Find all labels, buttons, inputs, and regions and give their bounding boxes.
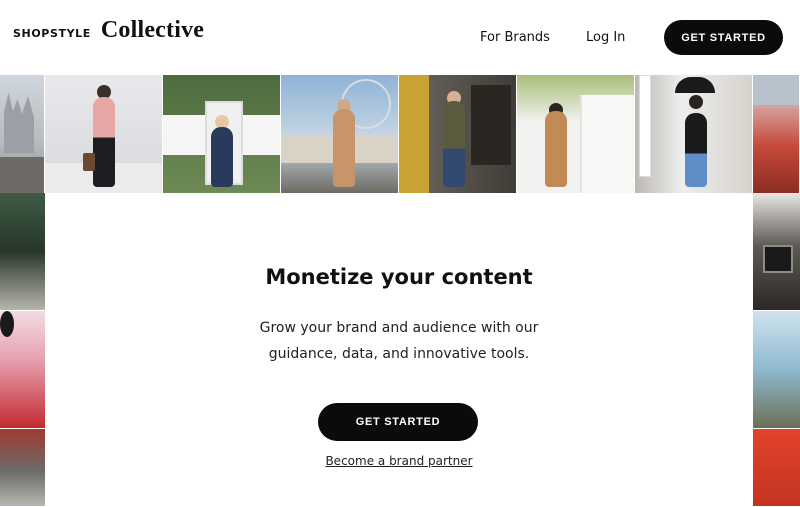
logo-shopstyle-text: SHOPSTYLE: [13, 27, 91, 40]
page: SHOPSTYLE Collective For Brands Log In G…: [0, 0, 800, 507]
nav-log-in-link[interactable]: Log In: [586, 30, 625, 45]
photo-tile-storefront: [399, 75, 517, 193]
hero-title: Monetize your content: [265, 265, 533, 289]
photo-tile-red-fabric: [753, 429, 800, 507]
photo-strip: [0, 75, 800, 193]
right-photo-column: [753, 193, 800, 507]
shopstyle-collective-logo[interactable]: SHOPSTYLE Collective: [13, 17, 204, 44]
left-photo-column: [0, 193, 45, 507]
photo-tile-cathedral: [0, 75, 45, 193]
become-brand-partner-link[interactable]: Become a brand partner: [45, 454, 753, 468]
logo-collective-text: Collective: [100, 17, 205, 43]
hero-subtitle: Grow your brand and audience with our gu…: [259, 320, 539, 362]
photo-tile-garden-gate: [163, 75, 281, 193]
photo-tile-camel-coat: [517, 75, 635, 193]
photo-tile-city-street: [0, 429, 45, 507]
nav-for-brands-link[interactable]: For Brands: [480, 30, 550, 45]
hero-content: Monetize your content Grow your brand an…: [45, 193, 753, 507]
site-header: SHOPSTYLE Collective For Brands Log In G…: [0, 0, 800, 75]
photo-tile-umbrella: [635, 75, 753, 193]
photo-tile-perfume: [753, 193, 800, 311]
photo-tile-street-shop: [0, 193, 45, 311]
photo-tile-beach: [753, 311, 800, 429]
photo-tile-red-jacket: [0, 311, 45, 429]
photo-tile-pink-sweater: [45, 75, 163, 193]
header-get-started-button[interactable]: GET STARTED: [664, 20, 783, 55]
photo-tile-red-door: [753, 75, 800, 193]
photo-tile-london-eye: [281, 75, 399, 193]
hero-get-started-button[interactable]: GET STARTED: [318, 403, 478, 441]
